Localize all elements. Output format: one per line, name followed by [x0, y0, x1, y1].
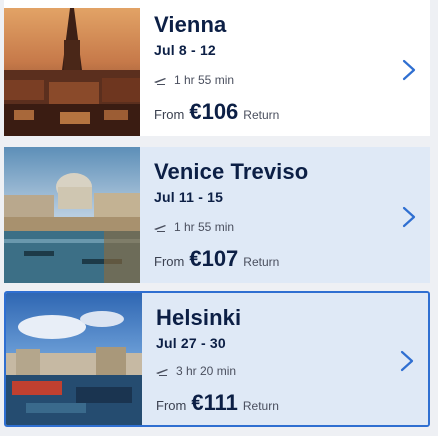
- duration-text: 1 hr 55 min: [174, 73, 235, 88]
- plane-icon: [156, 369, 168, 377]
- destination-info: Helsinki Jul 27 - 30 3 hr 20 min From €1…: [142, 293, 428, 425]
- destination-image-helsinki: [6, 293, 142, 425]
- destination-card-venice-treviso[interactable]: Venice Treviso Jul 11 - 15 1 hr 55 min F…: [4, 147, 430, 283]
- trip-type-label: Return: [243, 255, 280, 270]
- destination-city: Vienna: [154, 12, 227, 37]
- chevron-right-icon[interactable]: [402, 206, 416, 228]
- from-label: From: [156, 398, 187, 414]
- trip-type-label: Return: [242, 399, 279, 414]
- price-value: €107: [189, 246, 239, 272]
- trip-type-label: Return: [243, 108, 280, 123]
- from-label: From: [154, 254, 185, 270]
- destination-info: Vienna Jul 8 - 12 1 hr 55 min From €106 …: [140, 0, 430, 136]
- destination-city: Venice Treviso: [154, 159, 309, 184]
- travel-dates: Jul 11 - 15: [154, 189, 224, 205]
- from-label: From: [154, 107, 185, 123]
- destination-image-vienna: [4, 0, 140, 136]
- flight-duration: 1 hr 55 min: [154, 73, 234, 87]
- travel-dates: Jul 8 - 12: [154, 42, 216, 58]
- price-row: From €111 Return: [156, 390, 279, 416]
- destination-info: Venice Treviso Jul 11 - 15 1 hr 55 min F…: [140, 147, 430, 283]
- price-value: €111: [191, 390, 238, 416]
- destination-card-vienna[interactable]: Vienna Jul 8 - 12 1 hr 55 min From €106 …: [4, 0, 430, 136]
- chevron-right-icon[interactable]: [400, 350, 414, 372]
- destination-city: Helsinki: [156, 305, 242, 330]
- price-row: From €106 Return: [154, 99, 279, 125]
- duration-text: 1 hr 55 min: [174, 220, 235, 235]
- plane-icon: [154, 225, 166, 233]
- price-row: From €107 Return: [154, 246, 279, 272]
- duration-text: 3 hr 20 min: [176, 364, 237, 379]
- price-value: €106: [189, 99, 239, 125]
- chevron-right-icon[interactable]: [402, 59, 416, 81]
- flight-duration: 3 hr 20 min: [156, 364, 236, 378]
- destination-card-helsinki[interactable]: Helsinki Jul 27 - 30 3 hr 20 min From €1…: [4, 291, 430, 427]
- destination-results-list: Vienna Jul 8 - 12 1 hr 55 min From €106 …: [0, 0, 438, 436]
- destination-image-venice: [4, 147, 140, 283]
- flight-duration: 1 hr 55 min: [154, 220, 234, 234]
- travel-dates: Jul 27 - 30: [156, 335, 226, 351]
- plane-icon: [154, 78, 166, 86]
